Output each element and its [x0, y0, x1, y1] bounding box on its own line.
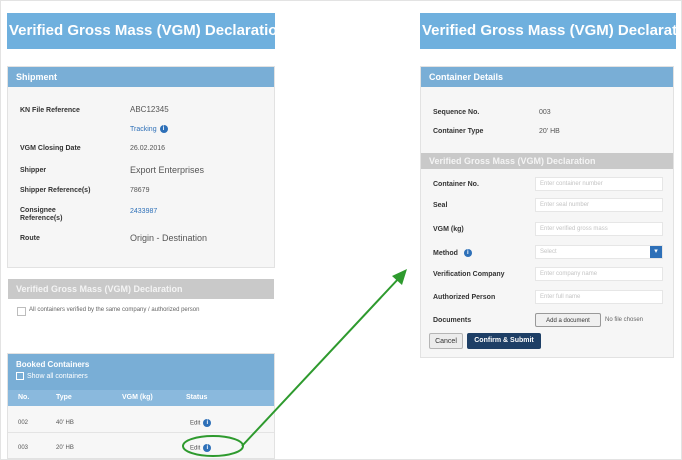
method-select-value: Select [540, 249, 557, 255]
container-details-panel: Container Details Sequence No. 003 Conta… [420, 66, 674, 358]
container-type-value: 20' HB [539, 128, 560, 135]
seal-input[interactable]: Enter seal number [535, 198, 663, 212]
container-details-header: Container Details [421, 67, 673, 87]
documents-label: Documents [433, 317, 472, 324]
container-no-label: Container No. [433, 181, 479, 188]
page-title-right: Verified Gross Mass (VGM) Declaration [420, 13, 676, 49]
method-label-row: Method i [433, 249, 472, 257]
authorized-person-input[interactable]: Enter full name [535, 290, 663, 304]
arrow-line [241, 276, 401, 447]
sequence-no-value: 003 [539, 109, 551, 116]
container-no-input[interactable]: Enter container number [535, 177, 663, 191]
vgm-kg-input[interactable]: Enter verified gross mass [535, 222, 663, 236]
chevron-down-icon[interactable]: ▾ [650, 246, 662, 258]
authorized-person-label: Authorized Person [433, 294, 496, 301]
vgm-kg-label: VGM (kg) [433, 226, 464, 233]
method-select[interactable]: Select ▾ [535, 245, 663, 259]
method-info-icon: i [463, 249, 472, 257]
vgm-declaration-header-right: Verified Gross Mass (VGM) Declaration [421, 153, 673, 169]
cancel-button[interactable]: Cancel [429, 333, 463, 349]
method-label: Method [433, 249, 458, 257]
highlight-ellipse [182, 435, 244, 457]
container-type-label: Container Type [433, 128, 484, 135]
verification-company-input[interactable]: Enter company name [535, 267, 663, 281]
no-file-chosen-text: No file chosen [605, 317, 644, 323]
sequence-no-label: Sequence No. [433, 109, 480, 116]
seal-label: Seal [433, 202, 448, 209]
confirm-submit-button[interactable]: Confirm & Submit [467, 333, 541, 349]
verification-company-label: Verification Company [433, 271, 505, 278]
add-document-button[interactable]: Add a document [535, 313, 601, 327]
